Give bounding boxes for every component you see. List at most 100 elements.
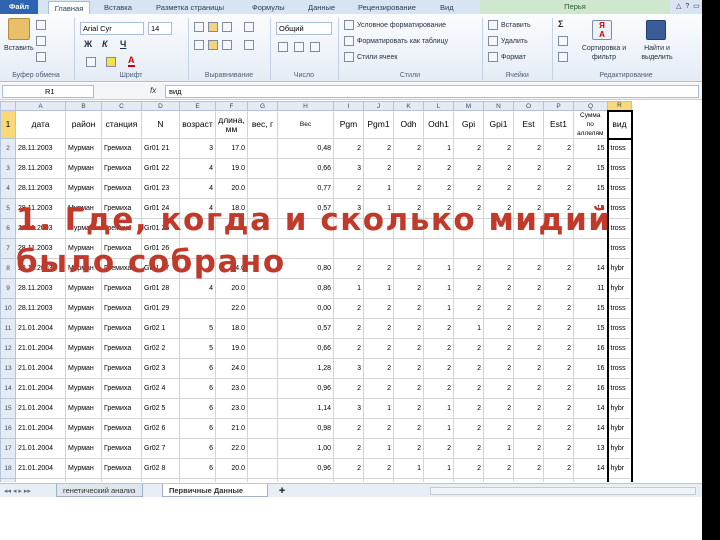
- table-cell[interactable]: 2: [333, 138, 364, 159]
- new-sheet-icon[interactable]: ✚: [272, 484, 292, 497]
- table-cell[interactable]: 2: [543, 398, 574, 419]
- comma-icon[interactable]: [310, 42, 320, 52]
- table-cell[interactable]: hybr: [606, 398, 633, 419]
- table-cell[interactable]: 4: [179, 158, 216, 179]
- table-cell[interactable]: 2: [393, 298, 424, 319]
- row-number[interactable]: 2: [0, 138, 16, 159]
- table-cell[interactable]: 2: [363, 158, 394, 179]
- table-cell[interactable]: 2: [333, 298, 364, 319]
- table-cell[interactable]: 21.01.2004: [15, 438, 66, 459]
- header-cell[interactable]: Pgm1: [363, 110, 394, 139]
- table-cell[interactable]: 14: [573, 398, 608, 419]
- tab-data[interactable]: Данные: [308, 1, 335, 14]
- table-cell[interactable]: 2: [363, 478, 394, 482]
- align-right-icon[interactable]: [222, 40, 232, 50]
- sheet-nav-icon[interactable]: ◂◂ ◂ ▸ ▸▸: [4, 487, 31, 496]
- table-cell[interactable]: 2: [393, 138, 424, 159]
- header-cell[interactable]: дата: [15, 110, 66, 139]
- conditional-format-button[interactable]: Условное форматирование: [357, 21, 446, 30]
- table-cell[interactable]: 1,14: [277, 398, 334, 419]
- table-cell[interactable]: 1: [453, 318, 484, 339]
- number-format-select[interactable]: Общий: [276, 22, 332, 35]
- table-cell[interactable]: [247, 398, 278, 419]
- column-header[interactable]: O: [513, 101, 544, 111]
- table-cell[interactable]: K1: [141, 478, 180, 482]
- table-cell[interactable]: 4: [179, 178, 216, 199]
- row-number[interactable]: 13: [0, 358, 16, 379]
- table-cell[interactable]: 0,96: [277, 458, 334, 479]
- sort-filter-icon[interactable]: ЯА: [592, 20, 612, 40]
- table-cell[interactable]: 2: [333, 178, 364, 199]
- table-cell[interactable]: [247, 338, 278, 359]
- table-cell[interactable]: tross: [606, 338, 633, 359]
- table-cell[interactable]: 2: [543, 438, 574, 459]
- table-cell[interactable]: 15: [573, 158, 608, 179]
- bold-button[interactable]: Ж: [84, 40, 92, 49]
- row-number[interactable]: 7: [0, 238, 16, 259]
- table-cell[interactable]: 2: [453, 158, 484, 179]
- table-cell[interactable]: 2: [453, 478, 484, 482]
- table-cell[interactable]: tross: [606, 178, 633, 199]
- table-cell[interactable]: 2: [363, 458, 394, 479]
- table-cell[interactable]: 1: [423, 478, 454, 482]
- column-header[interactable]: G: [247, 101, 278, 111]
- cell-styles-icon[interactable]: [344, 52, 354, 62]
- column-header[interactable]: F: [215, 101, 248, 111]
- table-cell[interactable]: 2: [393, 318, 424, 339]
- table-cell[interactable]: 0,66: [277, 158, 334, 179]
- table-cell[interactable]: Gr02 3: [141, 358, 180, 379]
- row-number[interactable]: 9: [0, 278, 16, 299]
- header-cell[interactable]: станция: [101, 110, 142, 139]
- table-cell[interactable]: 2: [363, 378, 394, 399]
- table-cell[interactable]: 2: [483, 398, 514, 419]
- table-cell[interactable]: [247, 478, 278, 482]
- table-cell[interactable]: Мурман: [65, 438, 102, 459]
- table-cell[interactable]: 6: [179, 438, 216, 459]
- sheet-tab-primary[interactable]: Первичные Данные: [162, 484, 268, 497]
- align-top-icon[interactable]: [194, 22, 204, 32]
- table-cell[interactable]: Мурман: [65, 378, 102, 399]
- align-center-icon[interactable]: [208, 40, 218, 50]
- table-cell[interactable]: 2: [513, 158, 544, 179]
- column-header[interactable]: H: [277, 101, 334, 111]
- table-cell[interactable]: 21.01.2004: [15, 418, 66, 439]
- format-cells-icon[interactable]: [488, 52, 498, 62]
- column-header[interactable]: L: [423, 101, 454, 111]
- table-cell[interactable]: 14: [573, 418, 608, 439]
- table-cell[interactable]: 21.01.2004: [15, 378, 66, 399]
- table-cell[interactable]: 1: [483, 438, 514, 459]
- table-cell[interactable]: 2: [513, 338, 544, 359]
- row-number[interactable]: 18: [0, 458, 16, 479]
- row-number[interactable]: 14: [0, 378, 16, 399]
- table-cell[interactable]: 2: [333, 338, 364, 359]
- table-cell[interactable]: 23.0: [215, 378, 248, 399]
- table-cell[interactable]: 2: [513, 318, 544, 339]
- insert-cells-button[interactable]: Вставить: [501, 21, 531, 30]
- align-left-icon[interactable]: [194, 40, 204, 50]
- table-cell[interactable]: 2: [453, 438, 484, 459]
- table-cell[interactable]: tross: [606, 378, 633, 399]
- table-cell[interactable]: Gr02 1: [141, 318, 180, 339]
- header-cell[interactable]: длина, мм: [215, 110, 248, 139]
- table-cell[interactable]: Гремиха: [101, 378, 142, 399]
- header-cell[interactable]: N: [141, 110, 180, 139]
- sort-filter-button[interactable]: Сортировка и фильтр: [580, 44, 628, 62]
- table-cell[interactable]: 3: [179, 478, 216, 482]
- row-number[interactable]: 12: [0, 338, 16, 359]
- table-cell[interactable]: Gr01 21: [141, 138, 180, 159]
- table-cell[interactable]: 1: [423, 398, 454, 419]
- table-cell[interactable]: [247, 158, 278, 179]
- delete-cells-icon[interactable]: [488, 36, 498, 46]
- table-cell[interactable]: 12.0: [215, 478, 248, 482]
- table-cell[interactable]: 2: [513, 378, 544, 399]
- table-cell[interactable]: Мурман: [65, 478, 102, 482]
- table-cell[interactable]: 2: [483, 338, 514, 359]
- table-cell[interactable]: Gr02 6: [141, 418, 180, 439]
- column-header[interactable]: C: [101, 101, 142, 111]
- table-cell[interactable]: 0,57: [277, 318, 334, 339]
- table-cell[interactable]: 18.0: [215, 318, 248, 339]
- table-cell[interactable]: Мурман: [65, 398, 102, 419]
- header-cell[interactable]: Сумма по аллелям: [573, 110, 608, 139]
- table-cell[interactable]: 2: [513, 398, 544, 419]
- row-number[interactable]: 16: [0, 418, 16, 439]
